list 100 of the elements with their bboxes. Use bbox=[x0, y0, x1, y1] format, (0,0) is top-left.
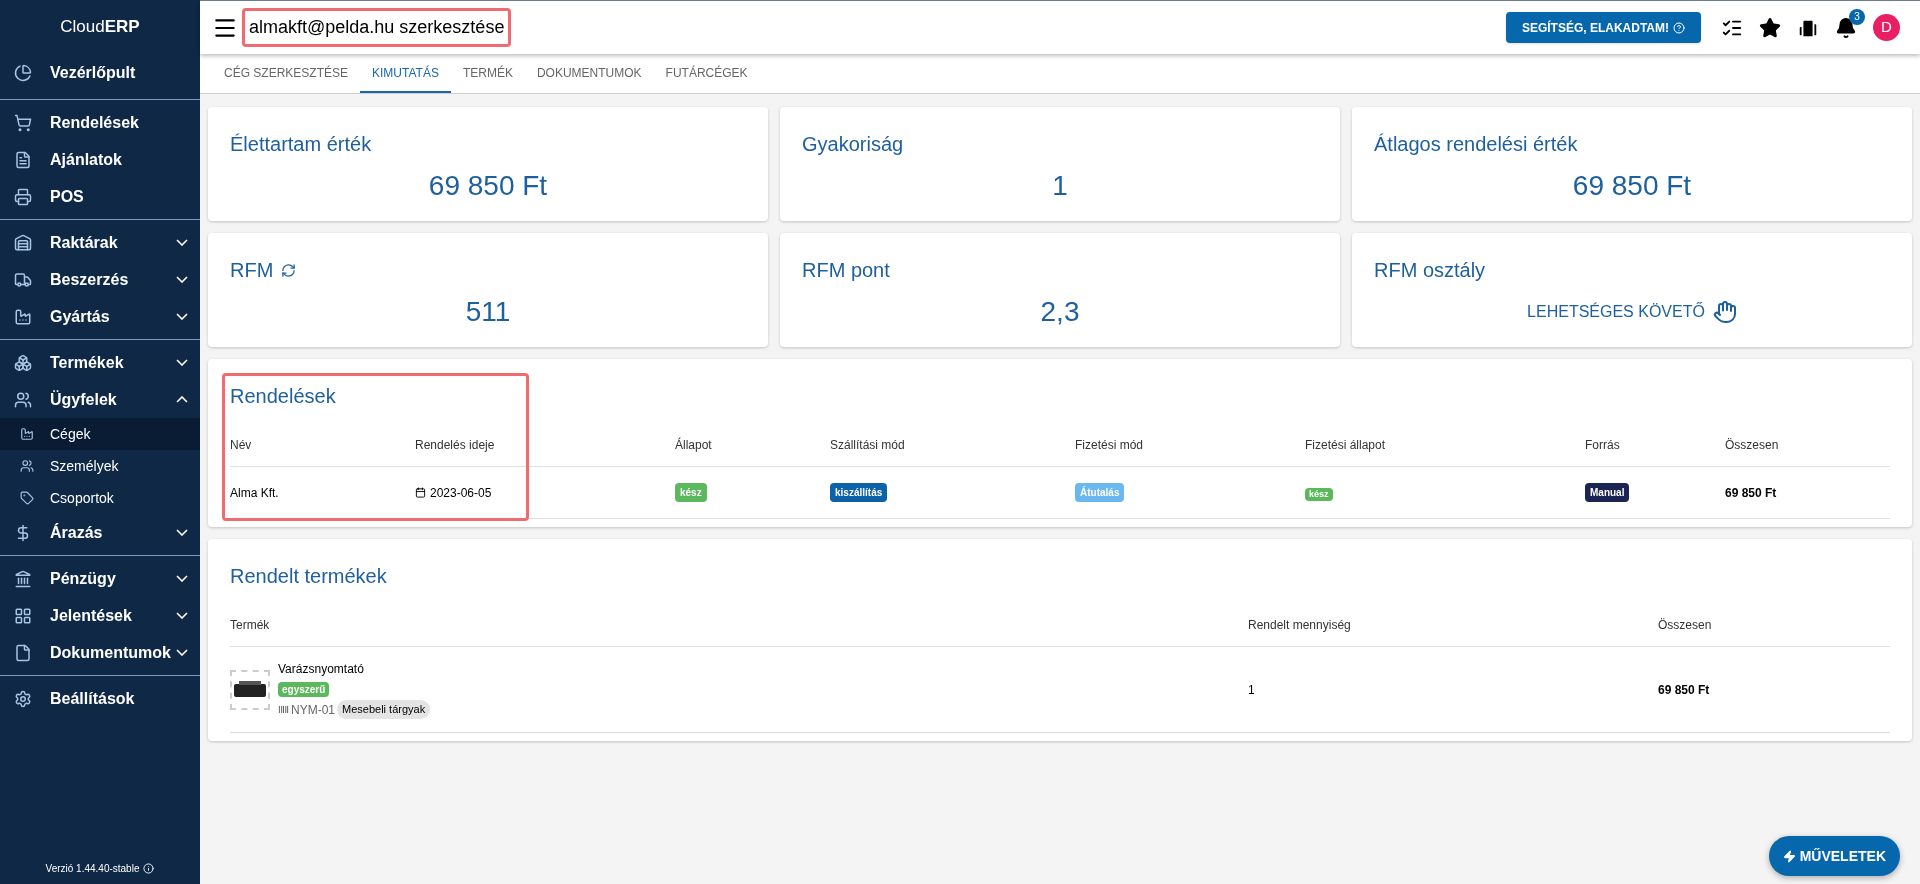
tab[interactable]: DOKUMENTUMOK bbox=[524, 54, 654, 93]
sidebar-item[interactable]: Árazás bbox=[0, 514, 200, 551]
barcode-icon bbox=[278, 704, 289, 715]
sidebar-item[interactable]: Vezérlőpult bbox=[0, 54, 200, 91]
sidebar-item[interactable]: Jelentések bbox=[0, 597, 200, 634]
status-tag: Átutalás bbox=[1075, 483, 1125, 502]
stat-title: Élettartam érték bbox=[230, 132, 372, 157]
chevron-down-icon bbox=[176, 359, 188, 366]
calendar-icon bbox=[415, 487, 426, 498]
section-title: Rendelések bbox=[230, 384, 337, 409]
printer-drawing bbox=[233, 680, 267, 699]
column-header: Fizetési állapot bbox=[1305, 437, 1387, 454]
stat-title: RFM osztály bbox=[1374, 258, 1486, 283]
table-cell-text: 69 850 Ft bbox=[1658, 681, 1711, 699]
column-header: Rendelés ideje bbox=[415, 437, 496, 454]
sidebar-item[interactable]: Gyártás bbox=[0, 298, 200, 335]
cart-icon bbox=[14, 113, 32, 132]
table-cell-text: Alma Kft. bbox=[230, 484, 280, 502]
help-icon bbox=[1673, 21, 1685, 34]
file-icon bbox=[14, 643, 32, 662]
factory-icon bbox=[20, 427, 34, 441]
chevron-down-icon bbox=[176, 313, 188, 320]
sidebar-item[interactable]: Dokumentumok bbox=[0, 634, 200, 671]
stat-title: RFM pont bbox=[802, 258, 890, 283]
sidebar-item[interactable]: Ajánlatok bbox=[0, 141, 200, 178]
status-tag: kiszállítás bbox=[830, 483, 888, 502]
factory-icon bbox=[14, 307, 32, 326]
column-header: Összesen bbox=[1658, 617, 1713, 634]
tab[interactable]: FUTÁRCÉGEK bbox=[653, 54, 760, 93]
sidebar-item[interactable]: Ügyfelek bbox=[0, 381, 200, 418]
section-title: Rendelt termékek bbox=[230, 564, 388, 589]
column-header: Forrás bbox=[1585, 437, 1621, 454]
tab[interactable]: CÉG SZERKESZTÉSE bbox=[212, 54, 361, 93]
stat-title: RFM bbox=[230, 258, 274, 283]
category-chip: Mesebeli tárgyak bbox=[337, 700, 431, 719]
settings-icon bbox=[14, 689, 32, 708]
chevron-down-icon bbox=[176, 529, 188, 536]
page-title: almakft@pelda.hu szerkesztése bbox=[242, 8, 512, 47]
user-avatar[interactable]: D bbox=[1873, 14, 1900, 41]
column-header: Termék bbox=[230, 617, 271, 634]
stat-value: 511 bbox=[465, 295, 511, 329]
column-header: Összesen bbox=[1725, 437, 1780, 454]
column-header: Szállítási mód bbox=[830, 437, 906, 454]
refresh-icon[interactable] bbox=[281, 262, 297, 278]
status-tag: kész bbox=[675, 483, 707, 502]
help-button[interactable]: SEGÍTSÉG, ELAKADTAM! bbox=[1505, 12, 1701, 43]
star-icon[interactable] bbox=[1759, 16, 1781, 39]
tag-icon bbox=[20, 491, 34, 505]
table-cell-text: 1 bbox=[1248, 681, 1256, 699]
tab[interactable]: TERMÉK bbox=[450, 54, 525, 93]
status-tag: kész bbox=[1305, 487, 1333, 501]
sidebar-subitem[interactable]: Csoportok bbox=[0, 482, 200, 514]
sku-text: NYM-01 bbox=[291, 701, 335, 719]
stat-value: 2,3 bbox=[1040, 295, 1080, 329]
chevron-up-icon bbox=[176, 396, 188, 403]
tab[interactable]: KIMUTATÁS bbox=[360, 54, 451, 93]
stat-value: 69 850 Ft bbox=[1572, 169, 1692, 203]
sidebar-item[interactable]: Termékek bbox=[0, 344, 200, 381]
column-header: Állapot bbox=[675, 436, 713, 454]
status-tag: Manual bbox=[1585, 483, 1630, 502]
notification-badge: 3 bbox=[1849, 8, 1865, 25]
column-header: Fizetési mód bbox=[1075, 437, 1145, 454]
table-cell-text: 2023-06-05 bbox=[430, 484, 492, 502]
brand-logo: CloudERP bbox=[59, 16, 141, 39]
actions-button[interactable]: MŰVELETEK bbox=[1768, 836, 1900, 876]
sidebar-item[interactable]: Beszerzés bbox=[0, 261, 200, 298]
sidebar-item[interactable]: Beállítások bbox=[0, 680, 200, 717]
hand-icon bbox=[1712, 300, 1737, 324]
bank-icon bbox=[14, 569, 32, 588]
document-icon bbox=[14, 150, 32, 169]
product-name: Varázsnyomtató bbox=[278, 661, 365, 679]
table-icon bbox=[14, 606, 32, 625]
sidebar-item[interactable]: Raktárak bbox=[0, 224, 200, 261]
boxes-icon bbox=[14, 353, 32, 372]
chevron-down-icon bbox=[176, 612, 188, 619]
sidebar-item[interactable]: Rendelések bbox=[0, 104, 200, 141]
people-icon bbox=[20, 459, 34, 473]
stat-value: 69 850 Ft bbox=[428, 169, 548, 203]
truck-icon bbox=[14, 270, 32, 289]
info-icon bbox=[143, 863, 155, 874]
pie-chart-icon bbox=[14, 63, 32, 82]
sidebar-item[interactable]: Pénzügy bbox=[0, 560, 200, 597]
warehouse-icon bbox=[14, 233, 32, 252]
column-header: Név bbox=[230, 437, 253, 454]
version-text: Verzió 1.44.40-stable bbox=[45, 862, 140, 876]
people-icon bbox=[14, 390, 32, 409]
sidebar-item[interactable]: POS bbox=[0, 178, 200, 215]
stat-value: LEHETSÉGES KÖVETŐ bbox=[1527, 301, 1705, 322]
stat-title: Gyakoriság bbox=[802, 132, 904, 157]
table-cell-text: 69 850 Ft bbox=[1725, 484, 1778, 502]
lightning-icon bbox=[1782, 849, 1796, 863]
sidebar-subitem[interactable]: Személyek bbox=[0, 450, 200, 482]
product-type-tag: egyszerű bbox=[278, 682, 330, 698]
stat-title: Átlagos rendelési érték bbox=[1374, 132, 1578, 157]
sidebar-subitem[interactable]: Cégek bbox=[0, 418, 200, 450]
chevron-down-icon bbox=[176, 276, 188, 283]
chevron-down-icon bbox=[176, 239, 188, 246]
chevron-down-icon bbox=[176, 575, 188, 582]
column-header: Rendelt mennyiség bbox=[1248, 617, 1352, 634]
stat-value: 1 bbox=[1052, 169, 1068, 203]
